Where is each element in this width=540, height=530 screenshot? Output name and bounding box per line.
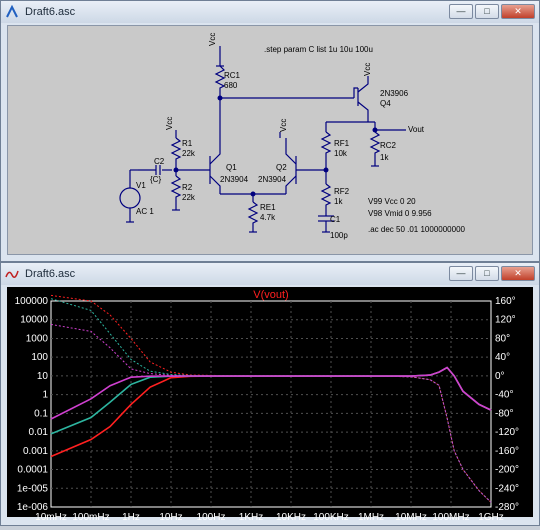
rc2-value: 1k — [380, 153, 389, 162]
vcc-label-r1: Vcc — [165, 117, 174, 130]
series-phase-line — [50, 298, 492, 503]
schematic-drawing: Vcc RC1 680 .step param C list 1u 10u 10… — [119, 33, 466, 240]
schematic-canvas[interactable]: Vcc RC1 680 .step param C list 1u 10u 10… — [7, 25, 533, 255]
y-right-tick-label: -280° — [495, 502, 519, 513]
schematic-window-title: Draft6.asc — [25, 6, 76, 18]
q4-label: Q4 — [380, 99, 391, 108]
restore-button[interactable]: □ — [475, 266, 499, 281]
series-phase-line — [50, 294, 492, 503]
schematic-window: Draft6.asc — □ ✕ Vcc RC1 680 .step param… — [0, 0, 540, 262]
vcc-label-rc1: Vcc — [208, 33, 217, 46]
y-left-tick-label: 10 — [37, 371, 49, 382]
v99-directive: V99 Vcc 0 20 — [368, 197, 416, 206]
bode-plot[interactable]: 10mHz 100mHz 1Hz 10Hz 100Hz 1KHz 10KHz 100KHz 1M… — [7, 287, 533, 525]
y-right-tick-label: 120° — [495, 315, 516, 326]
v1-label: V1 — [136, 181, 146, 190]
c2-value: {C} — [150, 175, 161, 184]
y-left-tick-label: 0.001 — [23, 446, 48, 457]
y-left-tick-label: 0.0001 — [17, 465, 48, 476]
rf2-label: RF2 — [334, 187, 350, 196]
x-tick-label: 100mHz — [72, 512, 109, 523]
y-left-tick-label: 1 — [42, 390, 48, 401]
rf2-value: 1k — [334, 197, 343, 206]
y-right-tick-label: -40° — [495, 390, 513, 401]
x-tick-label: 1KHz — [239, 512, 263, 523]
y-left-tick-label: 0.01 — [29, 427, 49, 438]
y-right-tick-label: 0° — [495, 371, 505, 382]
re1-label: RE1 — [260, 203, 276, 212]
x-tick-label: 1GHz — [478, 512, 504, 523]
x-tick-label: 100Hz — [197, 512, 226, 523]
series-magnitude-line — [50, 366, 492, 458]
ac-directive: .ac dec 50 .01 1000000000 — [368, 225, 466, 234]
waveform-plot-pane[interactable]: 10mHz 100mHz 1Hz 10Hz 100Hz 1KHz 10KHz 100KHz 1M… — [7, 287, 533, 523]
waveform-app-icon — [5, 270, 19, 278]
series-magnitude-line — [50, 366, 492, 435]
series-magnitude-line — [50, 366, 492, 420]
r1-value: 22k — [182, 149, 196, 158]
y-right-tick-label: -80° — [495, 408, 513, 419]
rc1-label: RC1 — [224, 71, 241, 80]
y-left-tick-label: 100000 — [15, 296, 49, 307]
c2-label: C2 — [154, 157, 165, 166]
x-tick-label: 100KHz — [313, 512, 349, 523]
plot-window-title: Draft6.asc — [25, 268, 76, 280]
rc2-label: RC2 — [380, 141, 397, 150]
y-right-tick-label: 160° — [495, 296, 516, 307]
minimize-button[interactable]: — — [449, 4, 473, 19]
schematic-titlebar[interactable]: Draft6.asc — □ ✕ — [1, 1, 539, 23]
x-tick-label: 10MHz — [395, 512, 427, 523]
y-left-tick-label: 10000 — [20, 315, 48, 326]
y-right-tick-label: 40° — [495, 352, 510, 363]
rf1-label: RF1 — [334, 139, 350, 148]
x-tick-label: 1MHz — [358, 512, 384, 523]
y-right-tick-label: 80° — [495, 333, 510, 344]
y-left-tick-label: 1000 — [26, 333, 49, 344]
step-directive: .step param C list 1u 10u 100u — [264, 45, 373, 54]
q1-label: Q1 — [226, 163, 237, 172]
q2-label: Q2 — [276, 163, 287, 172]
close-button[interactable]: ✕ — [501, 4, 535, 19]
restore-button[interactable]: □ — [475, 4, 499, 19]
vcc-label-q2: Vcc — [279, 119, 288, 132]
c1-label: C1 — [330, 215, 341, 224]
q1-type: 2N3904 — [220, 175, 249, 184]
chart-title: V(vout) — [253, 289, 288, 301]
rc1-value: 680 — [224, 81, 238, 90]
y-left-tick-label: 1e-005 — [17, 483, 49, 494]
x-tick-label: 100MHz — [432, 512, 469, 523]
ltspice-app-icon — [6, 5, 18, 18]
y-left-tick-label: 0.1 — [34, 408, 48, 419]
close-button[interactable]: ✕ — [501, 266, 535, 281]
plot-frame — [50, 300, 492, 508]
plot-titlebar[interactable]: Draft6.asc — □ ✕ — [1, 263, 539, 285]
y-left-tick-label: 1e-006 — [17, 502, 49, 513]
r2-value: 22k — [182, 193, 196, 202]
minimize-button[interactable]: — — [449, 266, 473, 281]
v98-directive: V98 Vmid 0 9.956 — [368, 209, 432, 218]
x-tick-label: 10mHz — [35, 512, 67, 523]
v1-value: AC 1 — [136, 207, 154, 216]
r2-label: R2 — [182, 183, 193, 192]
vcc-label-q4: Vcc — [363, 63, 372, 76]
x-tick-label: 10KHz — [276, 512, 306, 523]
x-tick-label: 1Hz — [122, 512, 140, 523]
r1-label: R1 — [182, 139, 193, 148]
y-right-tick-label: -240° — [495, 483, 519, 494]
c1-value: 100p — [330, 231, 348, 240]
y-right-tick-label: -160° — [495, 446, 519, 457]
plot-window: Draft6.asc — □ ✕ 10mHz 100mHz 1Hz 10Hz 100Hz… — [0, 262, 540, 526]
y-right-tick-label: -120° — [495, 427, 519, 438]
y-right-tick-label: -200° — [495, 465, 519, 476]
y-left-tick-label: 100 — [31, 352, 48, 363]
x-tick-label: 10Hz — [159, 512, 182, 523]
q2-type: 2N3904 — [258, 175, 287, 184]
q4-type: 2N3906 — [380, 89, 409, 98]
re1-value: 4.7k — [260, 213, 276, 222]
rf1-value: 10k — [334, 149, 348, 158]
vout-label: Vout — [408, 125, 425, 134]
